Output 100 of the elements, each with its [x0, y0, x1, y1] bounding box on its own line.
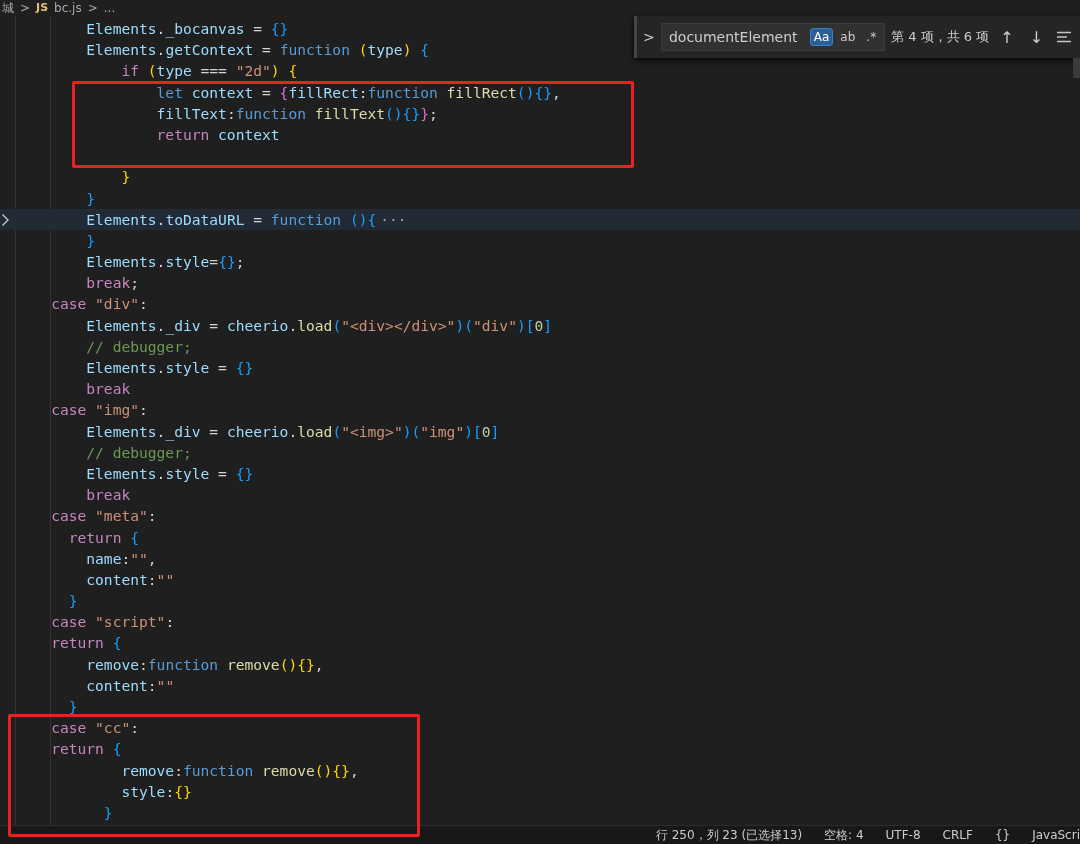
variable-token: fillText — [155, 104, 227, 122]
fold-ellipsis: ··· — [379, 210, 407, 228]
bracket-token: ( — [332, 316, 342, 334]
keyword-token: case — [50, 719, 87, 737]
number-token: 0 — [534, 316, 544, 334]
find-option-toggle[interactable]: Aa — [809, 28, 834, 46]
variable-token: cheerio — [226, 316, 289, 334]
number-token: 0 — [481, 422, 491, 440]
match-count: 第 4 项，共 6 项 — [891, 28, 990, 46]
chevron-right-icon[interactable] — [1, 212, 10, 227]
code-token: = — [217, 359, 228, 376]
variable-token: Elements — [85, 316, 157, 334]
previous-match-button[interactable]: ↑ — [995, 27, 1019, 47]
status-item[interactable]: 行 250，列 23 (已选择13) — [655, 826, 803, 844]
bracket-token: (){ — [348, 210, 377, 228]
code-token: = — [217, 464, 228, 482]
code-token: , — [349, 761, 359, 779]
code-token: : — [165, 782, 175, 800]
breadcrumb-separator: > — [20, 0, 31, 16]
code-token: = — [261, 41, 272, 59]
variable-token: context — [217, 125, 280, 143]
find-option-toggle[interactable]: .* — [862, 28, 881, 46]
bracket-token: { — [111, 634, 122, 652]
bracket-token: } — [120, 168, 131, 186]
variable-token: name — [85, 549, 122, 567]
next-match-button[interactable]: ↓ — [1024, 27, 1049, 47]
bracket-token: } — [85, 231, 96, 249]
keyword-token: break — [85, 274, 131, 292]
code-token: . — [156, 20, 166, 37]
code-token: , — [552, 83, 561, 101]
string-token: "img" — [420, 422, 465, 440]
variable-token: Elements — [85, 20, 157, 37]
code-token: ; — [235, 253, 245, 271]
bracket-token: } — [67, 592, 78, 610]
status-item[interactable]: 空格: 4 — [824, 826, 864, 844]
variable-token: style — [165, 359, 210, 376]
variable-token: _div — [165, 422, 201, 440]
bracket-token: (){} — [279, 655, 315, 673]
code-token: : — [121, 549, 131, 567]
string-token: "" — [156, 570, 175, 588]
variable-token: type — [156, 62, 192, 80]
scrollbar-thumb[interactable] — [1073, 58, 1080, 78]
keyword-token: let — [155, 83, 183, 101]
keyword-token: return — [67, 528, 122, 546]
bracket-token: {} — [235, 359, 254, 376]
variable-token: fillRect — [288, 83, 359, 101]
variable-token: cheerio — [226, 422, 289, 440]
string-token: "div" — [473, 316, 517, 334]
code-token: : — [165, 613, 175, 631]
bracket-token: ] — [543, 316, 553, 334]
keyword-token: case — [50, 507, 87, 525]
code-token: : — [174, 761, 183, 779]
code-token: , — [147, 549, 157, 567]
keyword-token: return — [155, 125, 210, 143]
bracket-token: } — [85, 189, 96, 207]
variable-token: style — [165, 253, 210, 271]
variable-token: Elements — [85, 422, 157, 440]
find-option-toggle[interactable]: ab — [836, 28, 860, 46]
breadcrumb-item[interactable]: bc.js — [54, 0, 82, 16]
variable-token: content — [85, 570, 148, 588]
status-item[interactable]: JavaScri — [1032, 826, 1080, 844]
status-item[interactable]: CRLF — [942, 826, 973, 844]
find-toggle[interactable]: > — [643, 29, 655, 45]
status-item[interactable]: {} — [994, 826, 1011, 844]
bracket-token: )( — [455, 316, 473, 334]
bracket-token: {} — [235, 464, 254, 482]
breadcrumb-item[interactable]: ... — [103, 0, 116, 16]
bracket-token: {} — [270, 20, 289, 37]
variable-token: type — [367, 41, 403, 59]
string-token: "cc" — [94, 719, 131, 737]
string-token: "div" — [94, 295, 139, 313]
breadcrumb-item[interactable]: 城 — [2, 0, 14, 16]
bracket-token: ) — [402, 41, 412, 59]
function-token: fillRect — [445, 83, 517, 101]
bracket-token: } — [67, 698, 78, 715]
bracket-token: )( — [402, 422, 421, 440]
bracket-token: { — [419, 41, 430, 59]
code-token: === — [199, 62, 228, 80]
find-input[interactable]: documentElement Aa ab .* — [660, 23, 886, 51]
code-token: = — [252, 210, 264, 228]
bracket-token: {} — [174, 782, 192, 800]
code-token: : — [147, 507, 157, 525]
comment-token: // debugger; — [85, 337, 192, 355]
keyword-token: function — [270, 210, 342, 228]
code-token: = — [208, 316, 220, 334]
string-token: "" — [156, 676, 175, 694]
keyword-token: case — [50, 613, 87, 631]
variable-token: Elements — [85, 359, 157, 376]
code-token: = — [261, 83, 272, 101]
function-token: fillText — [313, 104, 386, 122]
status-item[interactable]: UTF-8 — [885, 826, 921, 844]
code-token: . — [156, 253, 166, 271]
bracket-token: (){} — [385, 104, 421, 122]
menu-icon[interactable] — [1056, 31, 1072, 43]
function-token: remove — [225, 655, 280, 673]
js-file-icon: JS — [36, 0, 49, 16]
code-token: : — [147, 676, 157, 694]
code-token: ; — [429, 104, 438, 122]
function-token: load — [297, 316, 333, 334]
code-token: . — [288, 422, 298, 440]
